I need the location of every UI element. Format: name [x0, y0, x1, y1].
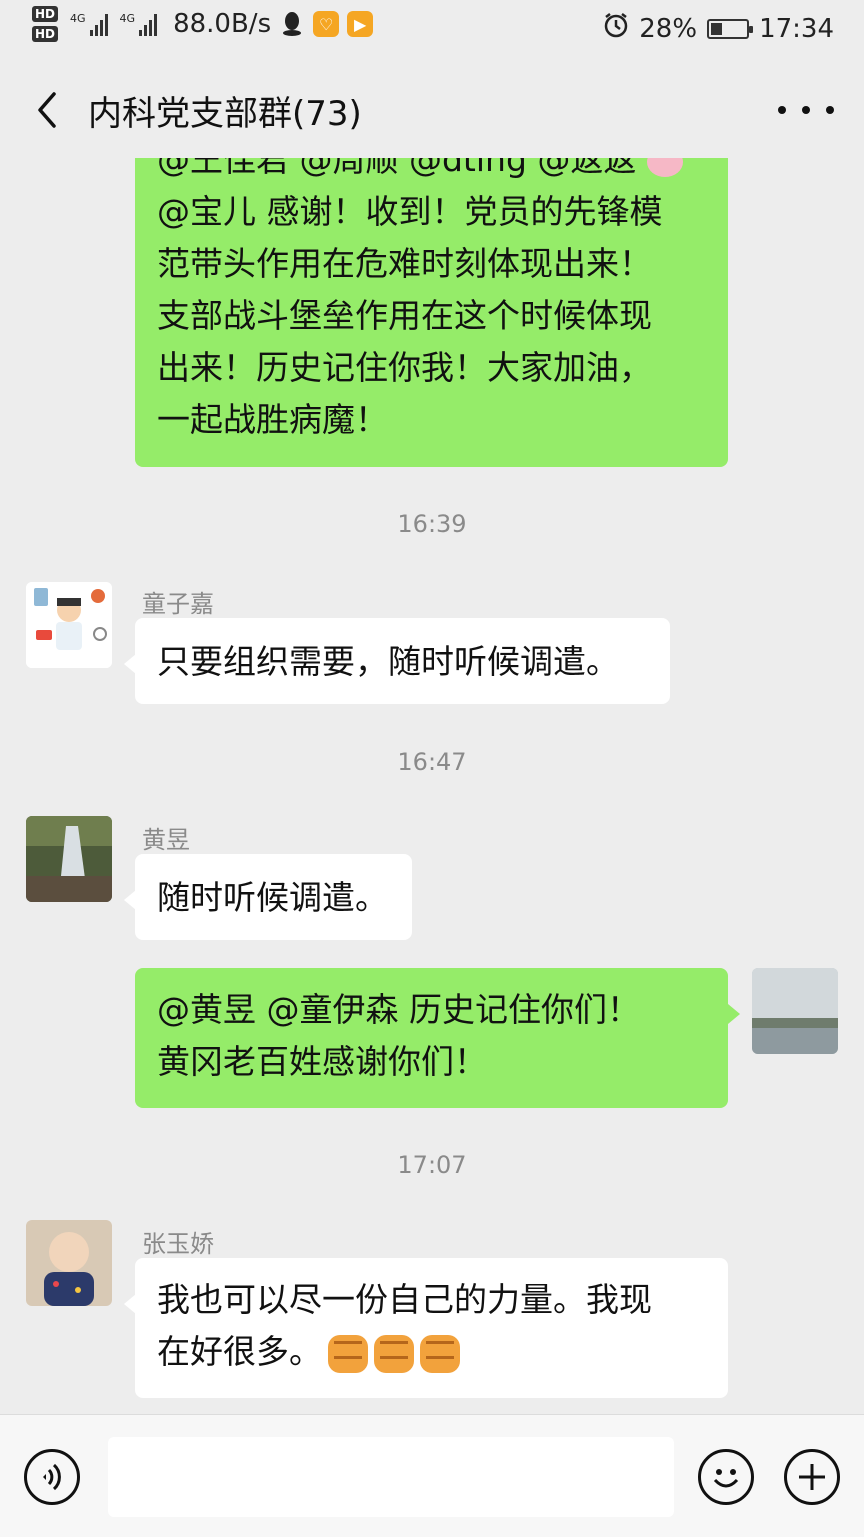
avatar[interactable]	[26, 816, 112, 902]
message-line: @黄昱 @童伊森 历史记住你们！	[157, 990, 640, 1029]
voice-icon[interactable]	[24, 1449, 80, 1505]
fist-emoji-icon	[374, 1334, 414, 1373]
net2-label: 4G	[119, 12, 136, 25]
message-bubble[interactable]: 只要组织需要，随时听候调遣。	[135, 618, 670, 704]
emoji-icon[interactable]	[698, 1449, 754, 1505]
input-bar	[0, 1414, 864, 1537]
timestamp: 16:39	[397, 510, 467, 538]
network-speed: 88.0B/s	[173, 9, 272, 39]
message-line: 只要组织需要，随时听候调遣。	[157, 642, 619, 681]
message-line: @王佳君 @周顺 @dting @返返	[157, 158, 706, 186]
timestamp: 16:47	[397, 748, 467, 776]
message-line: 范带头作用在危难时刻体现出来！	[157, 244, 652, 283]
status-bar: HD HD 4G 4G 88.0B/s ♡ ▶ 28% 17:34	[0, 0, 864, 62]
message-line: @宝儿 感谢！收到！党员的先锋模	[157, 192, 663, 231]
sender-name: 张玉娇	[142, 1230, 214, 1258]
message-bubble-own[interactable]: @黄昱 @童伊森 历史记住你们！ 黄冈老百姓感谢你们！	[135, 968, 728, 1108]
message-bubble[interactable]: 随时听候调遣。	[135, 854, 412, 940]
avatar[interactable]	[26, 582, 112, 668]
message-list[interactable]: @王佳君 @周顺 @dting @返返 @宝儿 感谢！收到！党员的先锋模 范带头…	[0, 158, 864, 1414]
back-icon[interactable]	[28, 88, 72, 132]
message-bubble-own[interactable]: @王佳君 @周顺 @dting @返返 @宝儿 感谢！收到！党员的先锋模 范带头…	[135, 158, 728, 467]
favorite-app-icon: ♡	[313, 11, 340, 37]
alarm-icon	[603, 12, 629, 45]
more-icon[interactable]	[778, 92, 834, 128]
pig-emoji-icon	[646, 158, 683, 177]
fist-emoji-icon	[420, 1334, 460, 1373]
clock: 17:34	[759, 13, 834, 44]
battery-percent: 28%	[639, 13, 698, 44]
qq-icon	[279, 11, 305, 37]
signal-icon: 4G	[70, 12, 108, 36]
chat-header: 内科党支部群(73)	[0, 62, 864, 158]
avatar[interactable]	[26, 1220, 112, 1306]
message-line: 一起战胜病魔！	[157, 400, 388, 439]
hd-indicator: HD HD	[32, 6, 59, 42]
video-app-icon: ▶	[347, 11, 374, 37]
hd2-badge: HD	[32, 26, 59, 42]
signal2-icon: 4G	[120, 12, 158, 36]
sender-name: 黄昱	[142, 826, 190, 854]
net1-label: 4G	[70, 12, 86, 25]
message-line: 在好很多。	[157, 1326, 706, 1378]
chat-title: 内科党支部群(73)	[88, 94, 362, 134]
message-input[interactable]	[108, 1437, 674, 1517]
message-line: 随时听候调遣。	[157, 878, 388, 917]
message-bubble[interactable]: 我也可以尽一份自己的力量。我现 在好很多。	[135, 1258, 728, 1398]
message-line: 出来！历史记住你我！大家加油，	[157, 348, 652, 387]
avatar-own[interactable]	[752, 968, 838, 1054]
message-line: 我也可以尽一份自己的力量。我现	[157, 1280, 652, 1319]
battery-icon	[707, 18, 754, 39]
fist-emoji-icon	[328, 1334, 368, 1373]
timestamp: 17:07	[397, 1151, 467, 1179]
sender-name: 童子嘉	[142, 590, 214, 618]
hd1-badge: HD	[32, 6, 59, 22]
message-line: 支部战斗堡垒作用在这个时候体现	[157, 296, 652, 335]
message-line: 黄冈老百姓感谢你们！	[157, 1042, 487, 1081]
plus-icon[interactable]	[784, 1449, 840, 1505]
